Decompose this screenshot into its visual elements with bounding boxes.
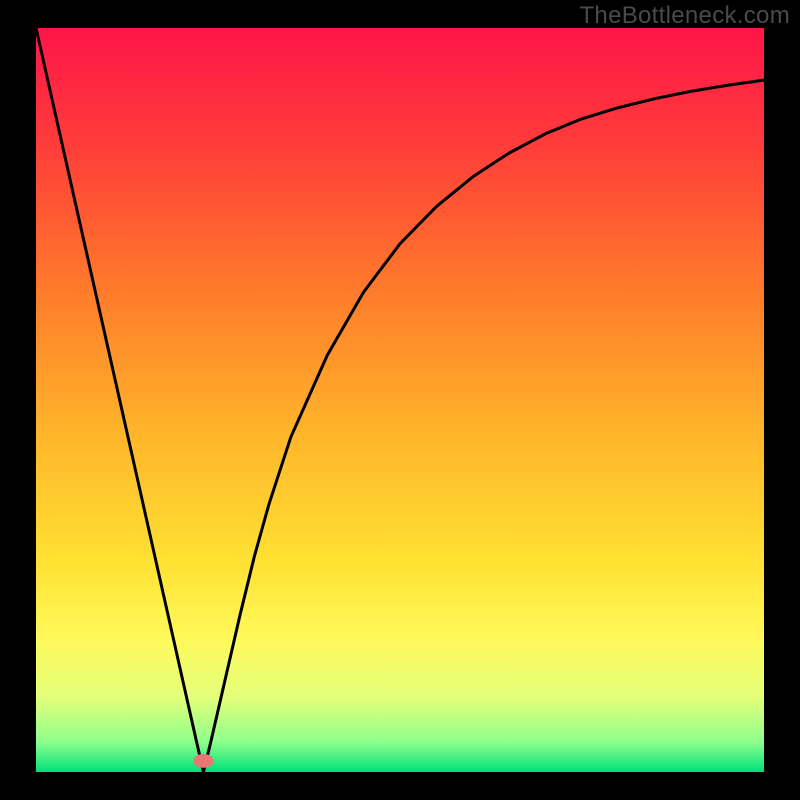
chart-marker	[193, 754, 213, 768]
chart-container: TheBottleneck.com	[0, 0, 800, 800]
watermark-label: TheBottleneck.com	[579, 2, 790, 30]
chart-plot-area	[36, 28, 764, 772]
bottleneck-chart	[0, 0, 800, 800]
